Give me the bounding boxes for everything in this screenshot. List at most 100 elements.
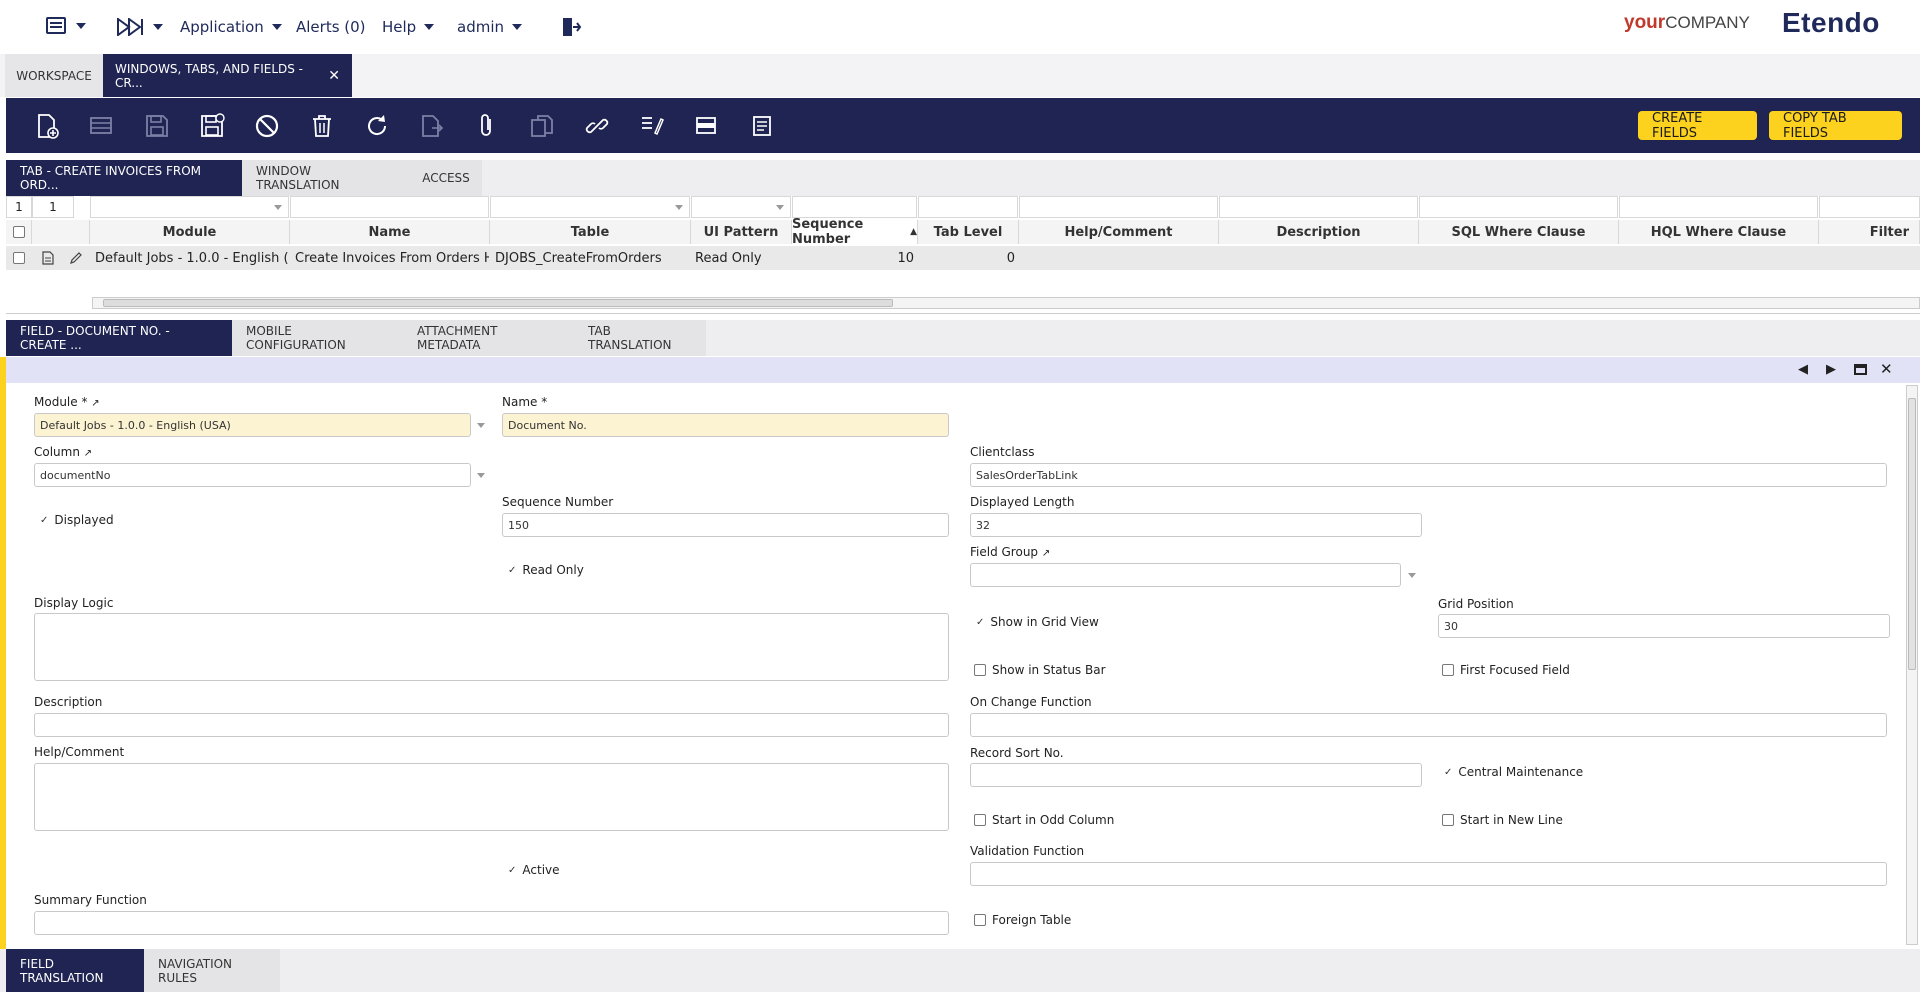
header-module[interactable]: Module (90, 220, 290, 244)
filter-hql-where[interactable] (1619, 196, 1818, 218)
sequence-number-input[interactable]: 150 (502, 513, 949, 537)
filter-tab-level[interactable] (918, 196, 1018, 218)
application-menu[interactable]: Application (180, 18, 282, 36)
link-icon[interactable]: ↗ (84, 448, 92, 459)
grid-toggle-button[interactable] (693, 112, 721, 140)
displayed-checkbox[interactable]: ✓ Displayed (40, 513, 114, 527)
horizontal-scrollbar[interactable] (92, 297, 1920, 309)
header-hql-where[interactable]: HQL Where Clause (1619, 220, 1819, 244)
help-comment-textarea[interactable] (34, 763, 949, 831)
active-checkbox[interactable]: ✓ Active (508, 863, 560, 877)
display-logic-textarea[interactable] (34, 613, 949, 681)
scrollbar-thumb[interactable] (103, 299, 893, 307)
tab-navigation-rules[interactable]: NAVIGATION RULES (144, 949, 280, 992)
header-sql-where[interactable]: SQL Where Clause (1419, 220, 1619, 244)
select-all-checkbox[interactable] (6, 220, 32, 244)
filter-ui-pattern[interactable] (691, 196, 791, 218)
next-record-icon[interactable]: ▶ (1826, 362, 1836, 377)
user-menu[interactable]: admin (457, 18, 522, 36)
quick-launch-button[interactable] (117, 18, 163, 36)
tab-tab-translation[interactable]: TAB TRANSLATION (574, 320, 706, 356)
vertical-scrollbar[interactable] (1906, 385, 1918, 945)
row-edit-button[interactable] (69, 246, 83, 270)
show-status-bar-checkbox[interactable]: Show in Status Bar (974, 663, 1106, 677)
close-icon[interactable]: ✕ (328, 68, 340, 84)
tab-windows-tabs-fields[interactable]: WINDOWS, TABS, AND FIELDS - CR... ✕ (103, 54, 352, 97)
copy-tab-fields-button[interactable]: COPY TAB FIELDS (1769, 111, 1902, 141)
row-form-view-button[interactable] (42, 246, 54, 270)
filter-sql-where[interactable] (1419, 196, 1618, 218)
attachment-button[interactable] (473, 112, 501, 140)
start-odd-column-checkbox[interactable]: Start in Odd Column (974, 813, 1114, 827)
header-help[interactable]: Help/Comment (1019, 220, 1219, 244)
logout-button[interactable] (560, 16, 582, 38)
column-select[interactable]: documentNo (34, 463, 471, 487)
filter-table[interactable] (490, 196, 690, 218)
tab-field-document-no[interactable]: FIELD - DOCUMENT NO. - CREATE ... (6, 320, 232, 356)
link-button[interactable] (583, 112, 611, 140)
copy-record-button[interactable] (528, 112, 556, 140)
new-document-button[interactable] (33, 112, 61, 140)
read-only-checkbox[interactable]: ✓ Read Only (508, 563, 584, 577)
tab-mobile-configuration[interactable]: MOBILE CONFIGURATION (232, 320, 403, 356)
tab-workspace[interactable]: WORKSPACE (5, 54, 103, 97)
record-sort-input[interactable] (970, 763, 1422, 787)
header-ui-pattern[interactable]: UI Pattern (691, 220, 792, 244)
header-filter[interactable]: Filter (1819, 220, 1920, 244)
undo-button[interactable] (253, 112, 281, 140)
link-icon[interactable]: ↗ (1042, 548, 1050, 559)
filter-filter[interactable] (1819, 196, 1920, 218)
show-grid-view-checkbox[interactable]: ✓ Show in Grid View (976, 615, 1099, 629)
clientclass-input[interactable]: SalesOrderTabLink (970, 463, 1887, 487)
alerts-link[interactable]: Alerts (0) (296, 18, 366, 36)
header-sequence[interactable]: Sequence Number ▲ (792, 217, 918, 247)
validation-function-input[interactable] (970, 862, 1887, 886)
header-name[interactable]: Name (290, 220, 490, 244)
filter-description[interactable] (1219, 196, 1418, 218)
maximize-icon[interactable] (1854, 364, 1867, 375)
export-button[interactable] (418, 112, 446, 140)
save-close-button[interactable] (198, 112, 226, 140)
scrollbar-thumb[interactable] (1908, 398, 1916, 670)
new-row-button[interactable] (88, 112, 116, 140)
chevron-down-icon[interactable] (1408, 573, 1416, 578)
filter-help[interactable] (1019, 196, 1218, 218)
previous-record-icon[interactable]: ◀ (1798, 362, 1808, 377)
module-select[interactable]: Default Jobs - 1.0.0 - English (USA) (34, 413, 471, 437)
refresh-button[interactable] (363, 112, 391, 140)
menu-button[interactable] (46, 16, 86, 36)
chevron-down-icon[interactable] (477, 423, 485, 428)
summary-function-input[interactable] (34, 911, 949, 935)
tab-create-invoices[interactable]: TAB - CREATE INVOICES FROM ORD... (6, 160, 242, 196)
close-form-icon[interactable]: ✕ (1880, 360, 1893, 378)
help-menu[interactable]: Help (382, 18, 435, 36)
tab-field-translation[interactable]: FIELD TRANSLATION (6, 949, 144, 992)
audit-button[interactable] (638, 112, 666, 140)
header-description[interactable]: Description (1219, 220, 1419, 244)
field-group-select[interactable] (970, 563, 1401, 587)
save-button[interactable] (143, 112, 171, 140)
tab-access[interactable]: ACCESS (410, 160, 482, 196)
header-tab-level[interactable]: Tab Level (918, 220, 1019, 244)
row-checkbox[interactable] (13, 246, 25, 270)
filter-module[interactable] (90, 196, 289, 218)
displayed-length-input[interactable]: 32 (970, 513, 1422, 537)
foreign-table-checkbox[interactable]: Foreign Table (974, 913, 1071, 927)
filter-name[interactable] (290, 196, 489, 218)
link-icon[interactable]: ↗ (91, 398, 99, 409)
create-fields-button[interactable]: CREATE FIELDS (1638, 111, 1757, 141)
chevron-down-icon[interactable] (477, 473, 485, 478)
grid-position-input[interactable]: 30 (1438, 614, 1890, 638)
central-maintenance-checkbox[interactable]: ✓ Central Maintenance (1444, 765, 1583, 779)
filter-sequence[interactable] (792, 196, 917, 218)
delete-button[interactable] (308, 112, 336, 140)
description-input[interactable] (34, 713, 949, 737)
start-new-line-checkbox[interactable]: Start in New Line (1442, 813, 1563, 827)
notes-button[interactable] (748, 112, 776, 140)
name-input[interactable]: Document No. (502, 413, 949, 437)
tab-attachment-metadata[interactable]: ATTACHMENT METADATA (403, 320, 574, 356)
on-change-function-input[interactable] (970, 713, 1887, 737)
header-table[interactable]: Table (490, 220, 691, 244)
tab-window-translation[interactable]: WINDOW TRANSLATION (242, 160, 410, 196)
first-focused-field-checkbox[interactable]: First Focused Field (1442, 663, 1570, 677)
